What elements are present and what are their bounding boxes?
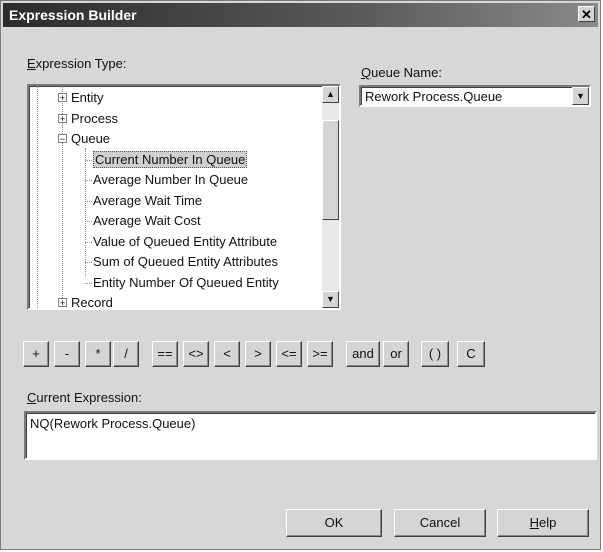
tree-item[interactable]: + Entity <box>58 89 104 107</box>
current-expression-value: NQ(Rework Process.Queue) <box>30 416 196 431</box>
expression-type-label: Expression Type: <box>27 56 127 71</box>
tree-item-label: Average Wait Time <box>93 192 203 208</box>
less-equal-button[interactable]: <= <box>276 341 302 367</box>
expression-type-tree[interactable]: + Entity + Process − Queue Current Number In Q… <box>27 84 341 310</box>
tree-item-label: Entity <box>71 90 104 105</box>
tree-item-label: Entity Number Of Queued Entity <box>93 274 279 290</box>
minus-button[interactable]: - <box>54 341 80 367</box>
cancel-button[interactable]: Cancel <box>394 509 486 537</box>
tree-line <box>85 159 92 161</box>
queue-name-value: Rework Process.Queue <box>365 89 503 104</box>
tree-line <box>85 221 92 222</box>
tree-line <box>85 282 92 284</box>
equals-button[interactable]: == <box>152 341 178 367</box>
tree-line <box>85 262 92 263</box>
expand-icon[interactable]: + <box>58 93 67 103</box>
tree-line <box>85 180 92 181</box>
current-expression-field[interactable]: NQ(Rework Process.Queue) <box>24 411 597 460</box>
tree-item-label: Queue <box>71 131 111 146</box>
tree-item[interactable]: Entity Number Of Queued Entity <box>93 274 279 292</box>
queue-name-label: Queue Name: <box>361 65 442 80</box>
or-button[interactable]: or <box>383 341 409 367</box>
tree-item[interactable]: − Queue <box>58 130 110 148</box>
scroll-up-button[interactable]: ▲ <box>322 86 339 103</box>
tree-line <box>85 148 86 276</box>
scroll-down-button[interactable]: ▼ <box>322 291 339 308</box>
tree-item[interactable]: Sum of Queued Entity Attributes <box>93 253 278 271</box>
tree-item-label: Average Wait Cost <box>93 213 201 228</box>
tree-item-label: Average Number In Queue <box>93 172 249 187</box>
tree-item[interactable]: Value of Queued Entity Attribute <box>93 233 277 251</box>
tree-item[interactable]: + Process <box>58 110 118 128</box>
tree-item[interactable]: Current Number In Queue <box>93 150 248 169</box>
tree-line <box>85 200 92 202</box>
tree-scrollbar[interactable]: ▲ ▼ <box>322 86 339 308</box>
and-button[interactable]: and <box>346 341 380 367</box>
expand-icon[interactable]: + <box>58 113 67 123</box>
multiply-button[interactable]: * <box>85 341 111 367</box>
tree-item[interactable]: Average Number In Queue <box>93 171 248 189</box>
scroll-thumb[interactable] <box>322 120 339 220</box>
tree-item[interactable]: Average Wait Time <box>93 192 202 210</box>
tree-item-label: Value of Queued Entity Attribute <box>93 233 278 249</box>
dropdown-button[interactable]: ▼ <box>572 87 589 105</box>
less-than-button[interactable]: < <box>214 341 240 367</box>
tree-item-label: Sum of Queued Entity Attributes <box>93 254 278 269</box>
not-equal-button[interactable]: <> <box>183 341 209 367</box>
tree-line <box>37 86 38 308</box>
expand-icon[interactable]: + <box>58 298 67 308</box>
tree-item-label: Record <box>71 295 113 310</box>
ok-button[interactable]: OK <box>286 509 382 537</box>
parentheses-button[interactable]: ( ) <box>421 341 449 367</box>
current-expression-label: Current Expression: <box>27 390 142 405</box>
close-icon: ✕ <box>581 7 592 22</box>
greater-than-button[interactable]: > <box>245 341 271 367</box>
plus-button[interactable]: + <box>23 341 49 367</box>
help-button[interactable]: Help <box>497 509 589 537</box>
queue-name-select[interactable]: Rework Process.Queue ▼ <box>359 85 591 107</box>
tree-item-label: Process <box>71 110 118 126</box>
close-button[interactable]: ✕ <box>578 6 595 22</box>
greater-equal-button[interactable]: >= <box>307 341 333 367</box>
divide-button[interactable]: / <box>113 341 139 367</box>
tree-item[interactable]: + Record <box>58 294 113 310</box>
down-arrow-icon: ▼ <box>326 294 335 304</box>
dropdown-arrow-icon: ▼ <box>576 91 585 101</box>
clear-button[interactable]: C <box>457 341 485 367</box>
title-bar: Expression Builder ✕ <box>3 3 598 27</box>
tree-item[interactable]: Average Wait Cost <box>93 212 201 230</box>
expression-builder-dialog: Expression Builder ✕ Expression Type: + E… <box>0 0 601 550</box>
up-arrow-icon: ▲ <box>326 89 335 99</box>
window-title: Expression Builder <box>9 7 137 23</box>
tree-item-label: Current Number In Queue <box>93 150 248 168</box>
collapse-icon[interactable]: − <box>58 134 67 144</box>
tree-line <box>85 241 92 243</box>
